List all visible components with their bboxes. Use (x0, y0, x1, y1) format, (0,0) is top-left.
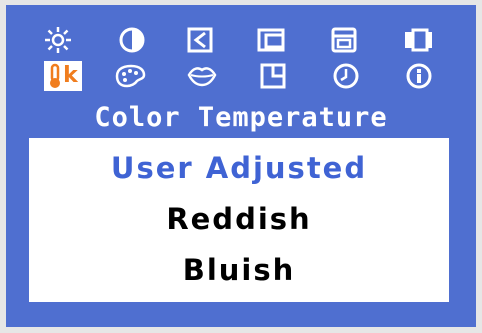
options-panel: User Adjusted Reddish Bluish (29, 138, 449, 302)
size-icon[interactable] (257, 25, 287, 55)
color-temperature-icon[interactable]: k (44, 61, 82, 91)
color-palette-icon[interactable] (112, 61, 148, 91)
option-user-adjusted[interactable]: User Adjusted (29, 148, 449, 188)
clock-icon[interactable] (331, 61, 361, 91)
brightness-icon[interactable] (43, 25, 73, 55)
h-position-icon[interactable] (185, 25, 215, 55)
lips-skin-tone-icon[interactable] (186, 61, 218, 91)
option-reddish[interactable]: Reddish (29, 199, 449, 239)
contrast-icon[interactable] (117, 25, 147, 55)
video-mode-icon[interactable] (403, 25, 433, 55)
option-bluish[interactable]: Bluish (29, 250, 449, 290)
color-temperature-letter: k (63, 63, 78, 88)
osd-menu: k Color Temperature User Adjusted Reddis… (6, 5, 476, 327)
info-icon[interactable] (404, 61, 434, 91)
window-icon[interactable] (258, 61, 288, 91)
menu-title: Color Temperature (94, 102, 388, 133)
v-position-icon[interactable] (329, 25, 359, 55)
